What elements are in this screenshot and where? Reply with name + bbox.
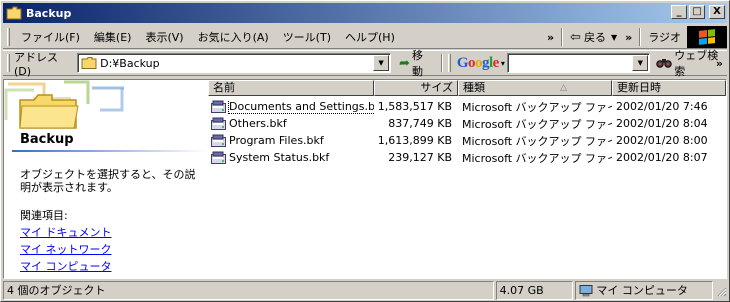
minimize-button[interactable]: _ — [671, 5, 687, 19]
file-size: 837,749 KB — [388, 117, 452, 130]
content-area: Backup オブジェクトを選択すると、その説明が表示されます。 関連項目: マ… — [3, 79, 727, 279]
file-type: Microsoft バックアップ ファイル — [462, 117, 612, 131]
file-date: 2002/01/20 7:46 — [616, 100, 708, 113]
link-my-network[interactable]: マイ ネットワーク — [20, 241, 112, 257]
selection-hint: オブジェクトを選択すると、その説明が表示されます。 — [20, 168, 196, 194]
link-my-documents[interactable]: マイ ドキュメント — [20, 224, 112, 240]
file-name[interactable]: System Status.bkf — [229, 151, 329, 164]
file-type: Microsoft バックアップ ファイル — [462, 134, 612, 148]
toolbar-grip[interactable] — [7, 54, 10, 72]
address-bar: アドレス(D) D:¥Backup ▼ ➦ 移動 Google ▾ ▼ ウェブ検… — [3, 47, 727, 79]
file-row[interactable]: Others.bkf 837,749 KB Microsoft バックアップ フ… — [208, 115, 726, 132]
link-my-computer[interactable]: マイ コンピュータ — [20, 258, 112, 274]
file-list: 名前 サイズ 種類 △ 更新日時 Documents and Settings.… — [208, 80, 726, 278]
search-dropdown-button[interactable]: ▼ — [632, 55, 649, 71]
explorer-window: Backup _ □ X ファイル(F) 編集(E) 表示(V) お気に入り(A… — [0, 0, 730, 302]
address-label: アドレス(D) — [13, 50, 58, 78]
file-date: 2002/01/20 8:07 — [616, 151, 708, 164]
resize-grip[interactable] — [715, 281, 727, 300]
details-pane: Backup オブジェクトを選択すると、その説明が表示されます。 関連項目: マ… — [4, 80, 208, 278]
status-location: マイ コンピュータ — [575, 281, 713, 300]
file-date: 2002/01/20 8:04 — [616, 117, 708, 130]
separator — [440, 54, 443, 72]
window-title: Backup — [26, 6, 72, 20]
google-logo[interactable]: Google — [457, 55, 500, 72]
windows-logo-icon — [687, 26, 727, 48]
title-bar[interactable]: Backup _ □ X — [3, 3, 727, 23]
address-dropdown-button[interactable]: ▼ — [373, 55, 390, 71]
folder-icon — [6, 6, 22, 20]
status-location-label: マイ コンピュータ — [596, 284, 688, 297]
menu-edit[interactable]: 編集(E) — [87, 27, 139, 47]
back-button[interactable]: ⇦ 戻る ▼ — [566, 29, 621, 45]
go-arrow-icon: ➦ — [399, 55, 410, 71]
menu-favorites[interactable]: お気に入り(A) — [191, 27, 276, 47]
backup-file-icon — [211, 100, 227, 114]
file-name[interactable]: Program Files.bkf — [229, 134, 324, 147]
divider — [12, 150, 208, 152]
column-header-type[interactable]: 種類 △ — [458, 80, 612, 96]
file-size: 1,613,899 KB — [377, 134, 452, 147]
toolbar-grip[interactable] — [7, 27, 10, 46]
file-row[interactable]: Documents and Settings.bkf 1,583,517 KB … — [208, 98, 726, 115]
maximize-button[interactable]: □ — [689, 5, 705, 19]
computer-icon — [579, 284, 593, 297]
chevron-down-icon: ▼ — [378, 59, 384, 67]
file-type: Microsoft バックアップ ファイル — [462, 100, 612, 114]
related-items-label: 関連項目: — [20, 209, 68, 222]
file-size: 1,583,517 KB — [377, 100, 452, 113]
backup-file-icon — [211, 117, 227, 131]
address-input[interactable]: D:¥Backup ▼ — [77, 53, 392, 73]
file-rows: Documents and Settings.bkf 1,583,517 KB … — [208, 98, 726, 166]
radio-button[interactable]: ラジオ — [644, 29, 685, 45]
file-row[interactable]: Program Files.bkf 1,613,899 KB Microsoft… — [208, 132, 726, 149]
chevron-down-icon[interactable]: ▼ — [611, 33, 617, 42]
back-label: 戻る — [583, 31, 606, 44]
menu-view[interactable]: 表示(V) — [138, 27, 190, 47]
column-header-type-label: 種類 — [463, 81, 485, 94]
chevron-down-icon: ▼ — [637, 59, 643, 67]
backup-file-icon — [211, 151, 227, 165]
close-icon: X — [713, 6, 721, 17]
maximize-icon: □ — [692, 6, 702, 17]
close-button[interactable]: X — [709, 5, 725, 19]
toolbar-chevron[interactable]: » — [621, 31, 636, 44]
go-button[interactable]: ➦ 移動 — [399, 47, 433, 79]
file-type: Microsoft バックアップ ファイル — [462, 151, 612, 165]
binoculars-icon — [656, 56, 672, 71]
address-chevron[interactable]: » — [712, 57, 727, 70]
file-name[interactable]: Others.bkf — [229, 117, 287, 130]
menu-help[interactable]: ヘルプ(H) — [338, 27, 402, 47]
go-label: 移動 — [411, 49, 423, 78]
status-object-count: 4 個のオブジェクト — [3, 281, 494, 300]
chevron-down-icon[interactable]: ▾ — [501, 59, 505, 68]
address-value: D:¥Backup — [100, 56, 160, 70]
separator — [561, 28, 564, 46]
column-header-date[interactable]: 更新日時 — [612, 80, 726, 96]
folder-title: Backup — [20, 132, 74, 147]
file-name[interactable]: Documents and Settings.bkf — [227, 99, 374, 114]
back-arrow-icon: ⇦ — [570, 29, 581, 45]
backup-file-icon — [211, 134, 227, 148]
menu-file[interactable]: ファイル(F) — [14, 27, 87, 47]
menu-chevron[interactable]: » — [543, 31, 558, 44]
google-search-input[interactable]: ▼ — [506, 53, 651, 73]
file-row[interactable]: System Status.bkf 239,127 KB Microsoft バ… — [208, 149, 726, 166]
file-date: 2002/01/20 8:00 — [616, 134, 708, 147]
menu-bar: ファイル(F) 編集(E) 表示(V) お気に入り(A) ツール(T) ヘルプ(… — [3, 25, 727, 49]
toolbar-grip[interactable] — [447, 54, 451, 72]
status-bar: 4 個のオブジェクト 4.07 GB マイ コンピュータ — [3, 281, 727, 300]
file-size: 239,127 KB — [388, 151, 452, 164]
menu-tools[interactable]: ツール(T) — [276, 27, 338, 47]
status-size: 4.07 GB — [495, 281, 574, 300]
separator — [639, 28, 642, 46]
sort-ascending-icon: △ — [560, 83, 567, 93]
column-header-name[interactable]: 名前 — [208, 80, 374, 96]
minimize-icon: _ — [676, 6, 682, 17]
list-header: 名前 サイズ 種類 △ 更新日時 — [208, 80, 726, 96]
folder-icon — [81, 57, 97, 69]
column-header-size[interactable]: サイズ — [374, 80, 458, 96]
